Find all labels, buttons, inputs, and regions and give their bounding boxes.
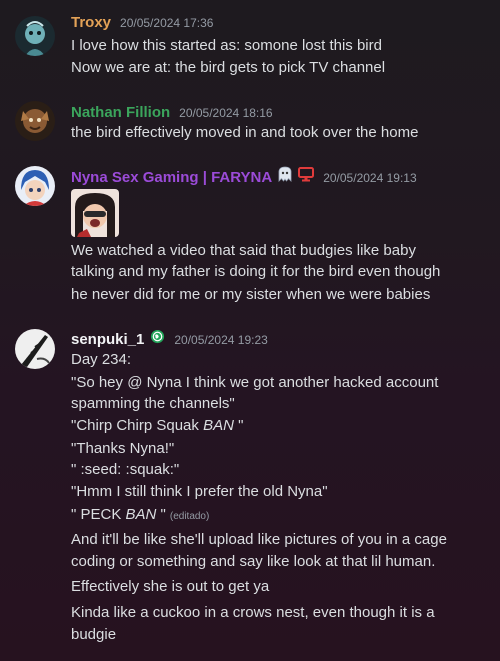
avatar-nathan-fillion[interactable] [15,101,55,141]
message-line: budgie [71,626,117,643]
avatar-senpuki[interactable] [15,329,55,369]
ghost-icon [278,166,292,187]
message-line: "Chirp Chirp Squak BAN " [71,416,243,436]
message-line: coding or something and say like look at… [71,553,436,570]
message-text: " [156,506,166,523]
message-line: We watched a video that said that budgie… [71,242,416,259]
monitor-icon [298,167,315,187]
message-line: Kinda like a cuckoo in a crows nest, eve… [71,604,435,621]
message-line: "Thanks Nyna!" [71,440,175,457]
message-line: I love how this started as: somone lost … [71,37,382,54]
message-line: he never did for me or my sister when we… [71,286,431,303]
emphasis-text: BAN [203,417,234,434]
image-attachment[interactable] [71,189,119,237]
message-line: "So hey @ Nyna I think we got another ha… [71,374,439,391]
username[interactable]: senpuki_1 [71,331,144,348]
avatar-troxy[interactable] [15,16,55,56]
message-text: "Chirp Chirp Squak [71,417,204,434]
globe-icon [150,329,165,349]
message-line: spamming the channels" [71,395,235,412]
message-text: " PECK [71,506,126,523]
message-line: Effectively she is out to get ya [71,578,270,595]
message-text: " [233,417,244,434]
message-line: the bird effectively moved in and took o… [71,124,419,141]
username[interactable]: Nyna Sex Gaming | FARYNA [71,169,272,186]
message-line: " PECK BAN " (editado) [71,505,209,527]
username[interactable]: Nathan Fillion [71,104,170,121]
message-line: "Hmm I still think I prefer the old Nyna… [71,483,328,500]
chat-log: Troxy 20/05/2024 17:36 I love how this s… [0,0,500,661]
edited-label: (editado) [169,511,210,522]
message-line: Day 234: [71,351,132,368]
emphasis-text: BAN [125,506,157,523]
username[interactable]: Troxy [71,14,111,31]
message-line: And it'll be like she'll upload like pic… [71,531,447,548]
avatar-nyna[interactable] [15,166,55,206]
timestamp: 20/05/2024 19:13 [323,171,417,185]
message-line: Now we are at: the bird gets to pick TV … [71,59,386,76]
message-line: " :seed: :squak:" [71,461,180,478]
timestamp: 20/05/2024 18:16 [179,106,273,120]
message-line: talking and my father is doing it for th… [71,263,441,280]
timestamp: 20/05/2024 19:23 [174,333,268,347]
timestamp: 20/05/2024 17:36 [120,16,214,30]
